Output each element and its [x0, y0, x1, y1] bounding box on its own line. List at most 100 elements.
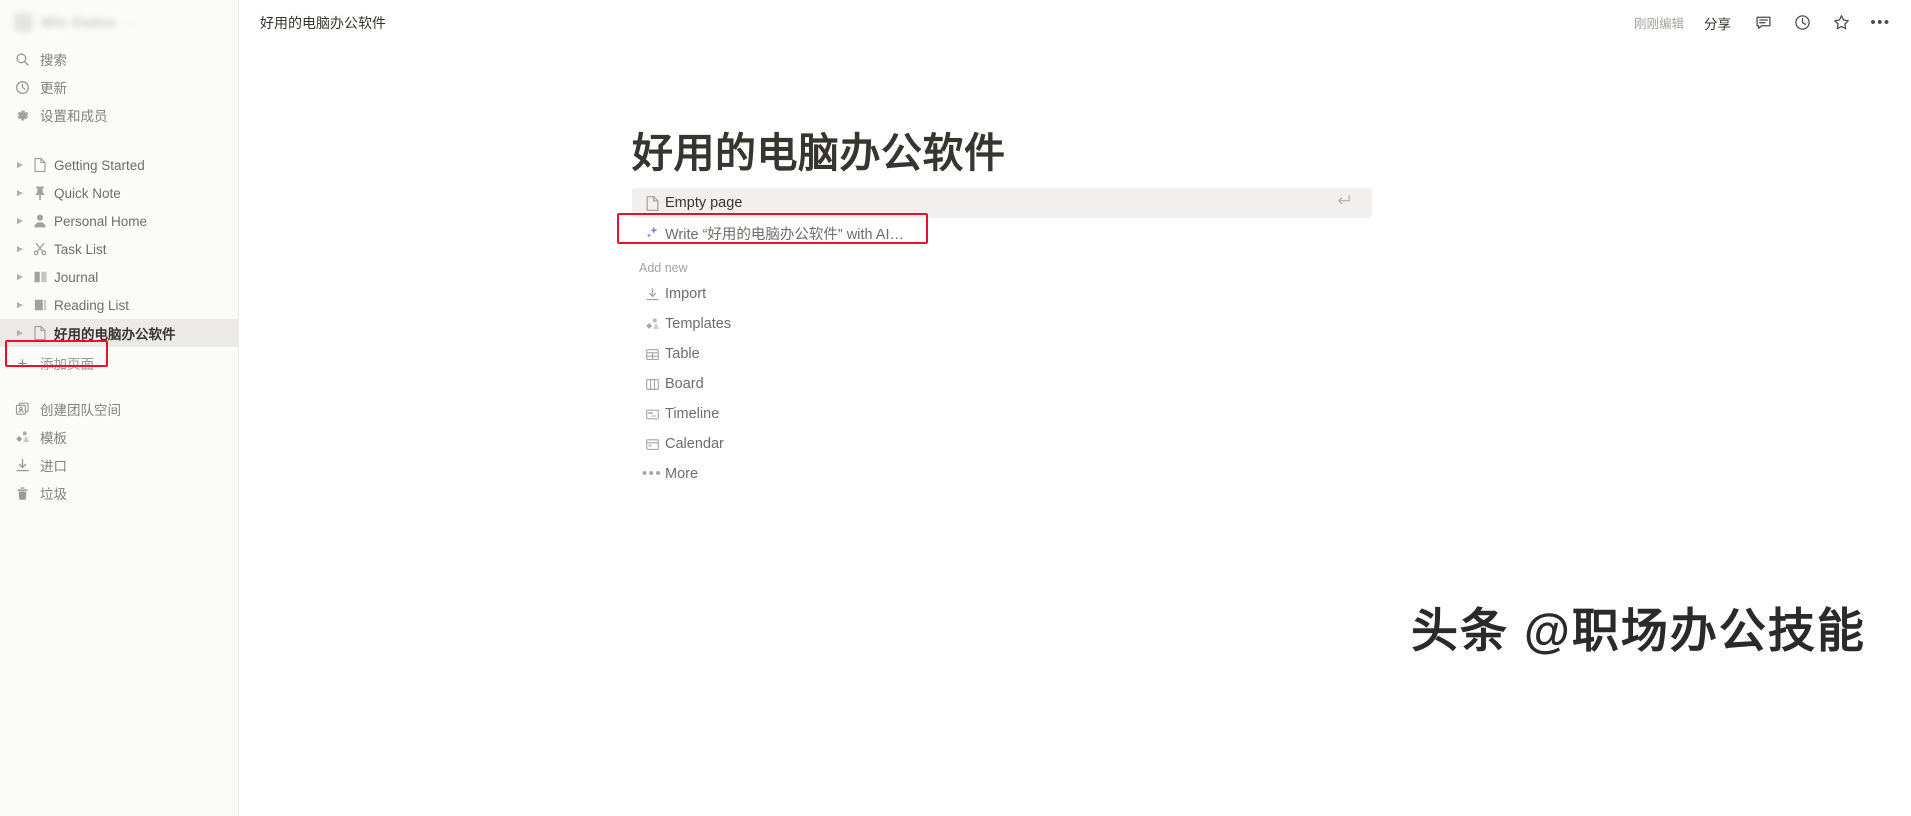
sidebar-item-trash[interactable]: 垃圾	[0, 479, 238, 507]
chevron-right-icon[interactable]: ►	[14, 244, 26, 255]
sidebar-page-label: 好用的电脑办公软件	[54, 327, 176, 342]
plus-icon: +	[17, 353, 28, 373]
menu-item-label: Import	[665, 286, 707, 303]
sidebar-item-updates[interactable]: 更新	[0, 73, 238, 101]
import-icon	[639, 287, 665, 302]
sidebar-page-label: Quick Note	[54, 185, 121, 201]
menu-item-import[interactable]: Import	[632, 279, 1372, 309]
sidebar-page-label: Reading List	[54, 297, 130, 313]
sidebar-item-label: 模板	[40, 431, 67, 446]
table-icon	[639, 347, 665, 362]
chevron-right-icon[interactable]: ►	[14, 300, 26, 311]
sidebar-item-search[interactable]: 搜索	[0, 45, 238, 73]
templates-icon	[14, 429, 31, 446]
sidebar-item-create-teamspace[interactable]: 创建团队空间	[0, 395, 238, 423]
menu-item-templates[interactable]: Templates	[632, 309, 1372, 339]
menu-item-label: Templates	[665, 316, 732, 333]
sidebar-item-haoyongde-diannao-bangong-ruanjian[interactable]: ► 好用的电脑办公软件	[0, 319, 238, 347]
sidebar-pages-list: ► Getting Started ► Quick Note ► Persona…	[0, 151, 238, 377]
gear-icon	[14, 107, 31, 124]
menu-item-timeline[interactable]: Timeline	[632, 399, 1372, 429]
sidebar-item-getting-started[interactable]: ► Getting Started	[0, 151, 238, 179]
more-dots-icon[interactable]: •••	[1868, 10, 1893, 35]
menu-item-label: Table	[665, 346, 700, 363]
sidebar-item-label: 搜索	[40, 53, 67, 68]
sidebar-item-settings[interactable]: 设置和成员	[0, 101, 238, 129]
menu-item-label: More	[665, 466, 699, 483]
person-icon	[31, 213, 49, 229]
book-icon	[31, 269, 49, 285]
templates-icon	[639, 317, 665, 332]
more-dots-glyph: •••	[1870, 13, 1891, 31]
sidebar-page-label: Journal	[54, 269, 99, 285]
sidebar-page-label: Personal Home	[54, 213, 148, 229]
sidebar-item-reading-list[interactable]: ► Reading List	[0, 291, 238, 319]
sidebar-page-label: Getting Started	[54, 157, 145, 173]
menu-item-table[interactable]: Table	[632, 339, 1372, 369]
sidebar-item-label: 更新	[40, 81, 67, 96]
sidebar-item-task-list[interactable]: ► Task List	[0, 235, 238, 263]
chevron-right-icon[interactable]: ►	[14, 188, 26, 199]
menu-item-label: Timeline	[665, 406, 720, 423]
chevron-right-icon[interactable]: ►	[14, 160, 26, 171]
search-icon	[14, 51, 31, 68]
sidebar-nav-top: 搜索 更新 设置和成员	[0, 45, 238, 129]
notion-app-window: Win Status ⌄ 搜索 更新 设置和成员 ► Getting Start…	[0, 0, 1911, 816]
history-clock-icon[interactable]	[1790, 10, 1815, 35]
add-page-label: 添加页面	[40, 357, 94, 372]
books-icon	[31, 297, 49, 313]
pin-icon	[31, 185, 49, 201]
timeline-icon	[639, 407, 665, 422]
chevron-right-icon[interactable]: ►	[14, 216, 26, 227]
last-edited-status: 刚刚编辑	[1633, 17, 1684, 31]
sidebar-item-personal-home[interactable]: ► Personal Home	[0, 207, 238, 235]
sidebar-item-import[interactable]: 进口	[0, 451, 238, 479]
sidebar-page-label: Task List	[54, 241, 107, 257]
teamspace-icon	[14, 401, 31, 418]
calendar-icon	[639, 437, 665, 452]
document-icon	[639, 195, 665, 212]
ai-sparkle-icon	[639, 225, 665, 241]
scissors-icon	[31, 241, 49, 257]
menu-item-empty-page[interactable]: Empty page	[632, 188, 1372, 219]
menu-item-label: Board	[665, 376, 704, 393]
menu-item-calendar[interactable]: Calendar	[632, 429, 1372, 459]
workspace-name: Win Status	[41, 14, 117, 30]
add-page-row: + 添加页面	[0, 340, 238, 377]
workspace-avatar	[14, 12, 33, 32]
sidebar-item-label: 设置和成员	[40, 109, 108, 124]
sidebar: Win Status ⌄ 搜索 更新 设置和成员 ► Getting Start…	[0, 0, 239, 816]
enter-return-icon	[1336, 194, 1351, 212]
trash-icon	[14, 485, 31, 502]
sidebar-item-label: 垃圾	[40, 487, 67, 502]
chevron-down-icon: ⌄	[124, 16, 133, 28]
watermark: 头条 @职场办公技能	[1411, 604, 1866, 657]
sidebar-bottom-nav: 创建团队空间 模板 进口 垃圾	[0, 395, 238, 507]
new-page-menu: Empty page Write “好用的电脑办公软件” with AI… Ad…	[617, 188, 1372, 489]
share-button[interactable]: 分享	[1698, 10, 1737, 36]
menu-item-more[interactable]: ••• More	[632, 459, 1372, 489]
clock-update-icon	[14, 79, 31, 96]
star-icon[interactable]	[1829, 10, 1854, 35]
page-title[interactable]: 好用的电脑办公软件	[632, 130, 1911, 177]
menu-item-label: Empty page	[665, 195, 743, 212]
menu-item-write-with-ai[interactable]: Write “好用的电脑办公软件” with AI…	[632, 218, 1372, 248]
sidebar-item-templates[interactable]: 模板	[0, 423, 238, 451]
top-bar-actions: 刚刚编辑 分享 •••	[1634, 10, 1893, 36]
page-content: 好用的电脑办公软件 Empty page Write “好用的电脑办公软件” w…	[239, 45, 1911, 489]
chevron-right-icon[interactable]: ►	[14, 272, 26, 283]
sidebar-item-journal[interactable]: ► Journal	[0, 263, 238, 291]
document-icon	[31, 157, 49, 173]
main-area: 好用的电脑办公软件 刚刚编辑 分享 ••• 好用的电脑办公软件 Empty pa…	[239, 0, 1911, 816]
sidebar-item-quick-note[interactable]: ► Quick Note	[0, 179, 238, 207]
top-bar: 好用的电脑办公软件 刚刚编辑 分享 •••	[239, 0, 1911, 45]
breadcrumb[interactable]: 好用的电脑办公软件	[254, 10, 392, 36]
more-dots-icon: •••	[641, 465, 663, 483]
sidebar-item-label: 创建团队空间	[40, 403, 121, 418]
workspace-switcher[interactable]: Win Status ⌄	[0, 0, 238, 44]
chevron-right-icon[interactable]: ►	[14, 328, 26, 339]
menu-item-board[interactable]: Board	[632, 369, 1372, 399]
add-page-button[interactable]: + 添加页面	[0, 349, 238, 377]
sidebar-item-label: 进口	[40, 459, 67, 474]
comment-icon[interactable]	[1751, 10, 1776, 35]
